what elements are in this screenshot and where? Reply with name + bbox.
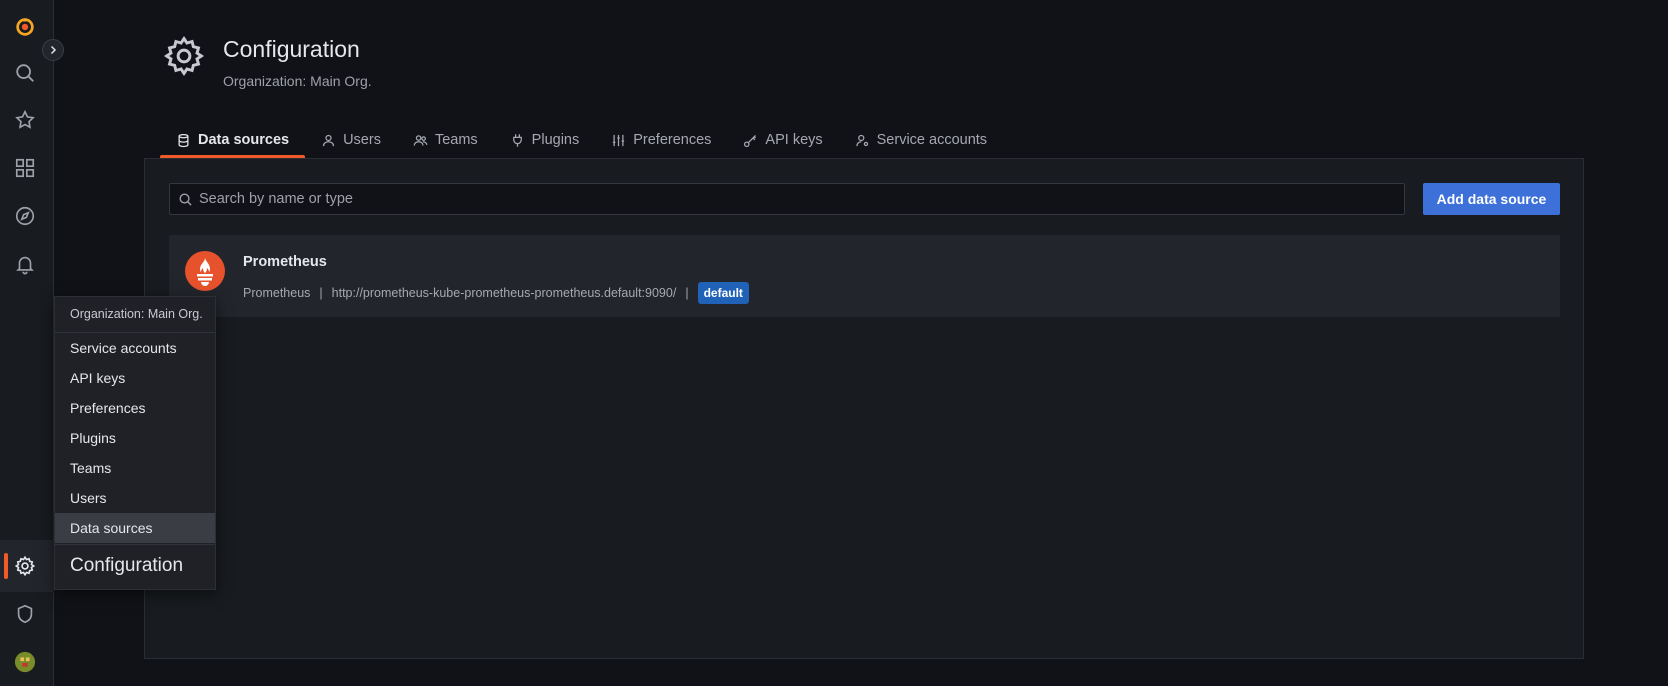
sidebar <box>0 0 54 686</box>
search-box[interactable] <box>169 183 1405 215</box>
alerting-bell-icon[interactable] <box>12 251 38 277</box>
popup-org-header: Organization: Main Org. <box>70 307 203 321</box>
starred-icon[interactable] <box>12 107 38 133</box>
chevron-right-icon <box>50 45 57 55</box>
database-icon <box>178 133 189 147</box>
tab-preferences[interactable]: Preferences <box>595 122 727 158</box>
sliders-icon <box>613 134 625 146</box>
configuration-gear-icon[interactable] <box>12 553 38 579</box>
user-cog-icon <box>855 134 868 146</box>
grafana-logo-icon[interactable] <box>12 14 38 40</box>
menu-item-service-accounts[interactable]: Service accounts <box>55 333 215 363</box>
search-icon[interactable] <box>12 60 38 86</box>
user-avatar[interactable] <box>12 649 38 675</box>
tab-label: Data sources <box>198 132 290 148</box>
tab-label: Preferences <box>633 132 712 148</box>
tab-service-accounts[interactable]: Service accounts <box>839 122 1003 158</box>
tab-users[interactable]: Users <box>305 122 397 158</box>
search-icon <box>179 193 192 206</box>
tab-api-keys[interactable]: API keys <box>727 122 838 158</box>
tab-label: Plugins <box>531 132 580 148</box>
key-icon <box>744 134 757 147</box>
tab-bar: Data sources Users Teams Plugins Prefere… <box>160 122 1003 158</box>
users-icon <box>413 134 428 146</box>
user-icon <box>322 134 335 146</box>
tab-label: API keys <box>765 132 823 148</box>
tab-label: Users <box>343 132 381 148</box>
datasource-meta: Prometheus | http://prometheus-kube-prom… <box>243 282 749 304</box>
meta-separator: | <box>319 286 323 300</box>
meta-separator: | <box>685 286 689 300</box>
configuration-popup-menu: Organization: Main Org. Service accounts… <box>54 296 216 590</box>
tab-teams[interactable]: Teams <box>397 122 494 158</box>
divider <box>55 544 215 545</box>
datasource-type: Prometheus <box>243 286 311 300</box>
search-input[interactable] <box>199 191 1379 207</box>
page-title: Configuration <box>223 36 360 62</box>
datasource-name: Prometheus <box>243 254 327 270</box>
dashboards-icon[interactable] <box>12 155 38 181</box>
explore-icon[interactable] <box>12 203 38 229</box>
datasources-panel: Add data source Prometheus Prometheus | … <box>144 158 1584 659</box>
page-subtitle: Organization: Main Org. <box>223 73 372 89</box>
tab-data-sources[interactable]: Data sources <box>160 122 306 158</box>
shield-icon[interactable] <box>12 601 38 627</box>
datasource-card-prometheus[interactable]: Prometheus Prometheus | http://prometheu… <box>169 235 1560 317</box>
prometheus-logo-icon <box>185 251 225 291</box>
add-data-source-button[interactable]: Add data source <box>1423 183 1560 215</box>
active-indicator <box>4 553 8 579</box>
expand-sidebar-button[interactable] <box>42 39 64 61</box>
menu-item-data-sources[interactable]: Data sources <box>55 513 215 543</box>
tab-plugins[interactable]: Plugins <box>494 122 596 158</box>
tab-label: Service accounts <box>876 132 988 148</box>
menu-item-api-keys[interactable]: API keys <box>55 363 215 393</box>
menu-item-plugins[interactable]: Plugins <box>55 423 215 453</box>
menu-item-teams[interactable]: Teams <box>55 453 215 483</box>
datasource-url: http://prometheus-kube-prometheus-promet… <box>331 286 677 300</box>
page-gear-icon <box>162 34 206 78</box>
default-badge: default <box>697 282 749 304</box>
menu-item-users[interactable]: Users <box>55 483 215 513</box>
plug-icon <box>512 133 522 147</box>
tab-label: Teams <box>434 132 478 148</box>
menu-item-preferences[interactable]: Preferences <box>55 393 215 423</box>
popup-title[interactable]: Configuration <box>70 555 183 577</box>
